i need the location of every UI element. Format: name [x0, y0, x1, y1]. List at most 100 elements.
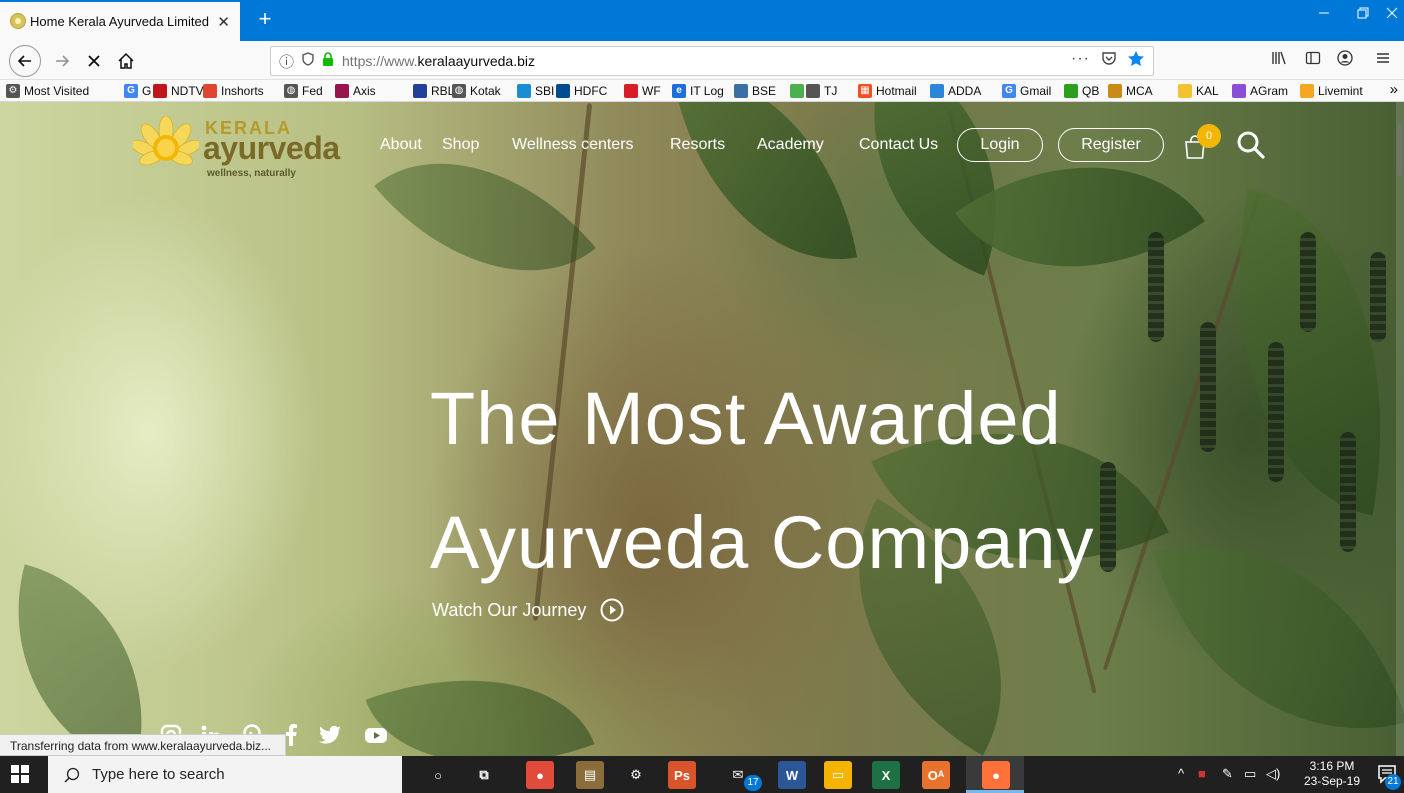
firefox-icon[interactable]: ● [982, 761, 1010, 789]
bse-icon [734, 84, 748, 98]
sidebar-icon[interactable] [1302, 50, 1324, 71]
bookmark-item[interactable]: e IT Log [672, 84, 724, 98]
kal-icon [1178, 84, 1192, 98]
watch-journey-link[interactable]: Watch Our Journey [432, 598, 624, 622]
nav-academy[interactable]: Academy [757, 136, 824, 154]
nav-about[interactable]: About [380, 136, 422, 154]
forward-button[interactable] [48, 47, 76, 75]
account-icon[interactable] [1334, 50, 1356, 71]
bookmark-item[interactable]: Inshorts [203, 84, 264, 98]
tj-icon [806, 84, 820, 98]
network-icon[interactable]: ▭ [1244, 766, 1256, 782]
home-button[interactable] [112, 47, 140, 75]
tab-favicon-icon [10, 13, 26, 29]
scrollbar-thumb[interactable] [1397, 124, 1402, 176]
bookmark-item[interactable]: GG [124, 84, 151, 98]
settings-icon[interactable]: ⚙ [622, 761, 650, 789]
url-text[interactable]: https://www.keralaayurveda.biz [342, 53, 535, 69]
twitter-icon[interactable] [318, 722, 342, 748]
register-button[interactable]: Register [1058, 128, 1164, 162]
bookmark-item[interactable]: HDFC [556, 84, 607, 98]
bookmark-item[interactable]: ADDA [930, 84, 981, 98]
bookmark-label: TJ [824, 84, 838, 98]
bookmark-star-icon[interactable] [1127, 50, 1145, 73]
bookmark-item[interactable]: ⚙ Most Visited [6, 84, 89, 98]
notebook-icon[interactable]: ▤ [576, 761, 604, 789]
logo-ayurveda-text: ayurveda [203, 130, 340, 166]
menu-icon[interactable] [1372, 50, 1394, 71]
bookmark-label: Inshorts [221, 84, 264, 98]
google-icon: G [124, 84, 138, 98]
bookmark-item[interactable]: RBL [413, 84, 454, 98]
bookmark-item[interactable]: WF [624, 84, 661, 98]
taskbar-search-box[interactable]: Type here to search [48, 756, 402, 793]
bookmarks-overflow-icon[interactable]: » [1390, 81, 1398, 98]
volume-icon[interactable]: ◁) [1266, 766, 1280, 782]
page-actions-button[interactable]: ··· [1071, 50, 1090, 68]
pepper-berries [1300, 232, 1316, 332]
clock-time: 3:16 PM [1309, 759, 1355, 773]
title-bar: Home Kerala Ayurveda Limited ✕ + [0, 0, 1404, 41]
search-icon [64, 767, 80, 783]
bookmark-label: HDFC [574, 84, 608, 98]
site-logo[interactable]: KERALA ayurveda wellness, naturally [133, 112, 353, 182]
bookmark-item[interactable]: BSE [734, 84, 776, 98]
bookmark-item[interactable]: QB [1064, 84, 1099, 98]
mail-count-badge: 17 [744, 775, 762, 791]
tracking-shield-icon[interactable] [302, 52, 314, 70]
chrome-icon[interactable]: ● [526, 761, 554, 789]
nav-resorts[interactable]: Resorts [670, 136, 725, 154]
login-button[interactable]: Login [957, 128, 1043, 162]
clock-date: 23-Sep-19 [1303, 774, 1361, 788]
tray-app-icon[interactable]: ■ [1198, 766, 1206, 781]
minimize-icon[interactable] [1304, 6, 1344, 24]
bookmark-item[interactable]: ◍ Fed [284, 84, 323, 98]
nav-shop[interactable]: Shop [442, 136, 479, 154]
nav-wellness-centers[interactable]: Wellness centers [512, 136, 634, 154]
library-icon[interactable] [1268, 50, 1290, 71]
bookmark-item[interactable]: AGram [1232, 84, 1288, 98]
bookmark-item[interactable]: NDTV [153, 84, 204, 98]
bookmark-label: BSE [752, 84, 777, 98]
facebook-icon[interactable] [284, 722, 298, 748]
active-tab[interactable]: Home Kerala Ayurveda Limited ✕ [0, 2, 240, 41]
scrollbar[interactable] [1396, 102, 1404, 756]
info-icon[interactable]: ⓘ [279, 51, 294, 72]
tab-close-icon[interactable]: ✕ [217, 13, 230, 31]
bookmark-item[interactable]: TJ [806, 84, 837, 98]
onenote-icon[interactable]: Oᴬ [922, 761, 950, 789]
address-bar[interactable]: ⓘ https://www.keralaayurveda.biz ··· [270, 46, 1154, 76]
leaf [0, 564, 180, 756]
lock-icon[interactable] [322, 52, 334, 70]
nav-contact-us[interactable]: Contact Us [859, 136, 938, 154]
bookmark-item[interactable]: MCA [1108, 84, 1153, 98]
bookmark-item[interactable]: G Gmail [1002, 84, 1051, 98]
bookmark-item[interactable]: ▦ Hotmail [858, 84, 917, 98]
search-icon[interactable] [1234, 128, 1268, 162]
word-icon[interactable]: W [778, 761, 806, 789]
bookmark-label: AGram [1250, 84, 1289, 98]
bookmark-icon [790, 84, 804, 98]
file-explorer-icon[interactable]: ▭ [824, 761, 852, 789]
cortana-icon[interactable]: ○ [424, 761, 452, 789]
qb-icon [1064, 84, 1078, 98]
task-view-icon[interactable]: ⧉ [470, 761, 498, 789]
bookmark-item[interactable]: Axis [335, 84, 376, 98]
bookmark-label: WF [642, 84, 661, 98]
bookmark-item[interactable]: Livemint [1300, 84, 1363, 98]
system-clock[interactable]: 3:16 PM 23-Sep-19 [1300, 759, 1364, 789]
show-hidden-icons[interactable]: ^ [1178, 766, 1184, 781]
pocket-icon[interactable] [1101, 50, 1117, 71]
windows-start-icon[interactable] [11, 765, 29, 783]
stop-loading-button[interactable] [80, 47, 108, 75]
youtube-icon[interactable] [364, 722, 388, 748]
back-button[interactable] [9, 45, 41, 77]
bookmark-item[interactable]: SBI [517, 84, 554, 98]
bookmark-item[interactable]: ◍ Kotak [452, 84, 501, 98]
bookmark-item[interactable]: KAL [1178, 84, 1219, 98]
pen-icon[interactable]: ✎ [1222, 766, 1233, 782]
excel-icon[interactable]: X [872, 761, 900, 789]
close-window-icon[interactable] [1372, 6, 1404, 24]
photoshop-icon[interactable]: Ps [668, 761, 696, 789]
new-tab-button[interactable]: + [252, 6, 278, 32]
